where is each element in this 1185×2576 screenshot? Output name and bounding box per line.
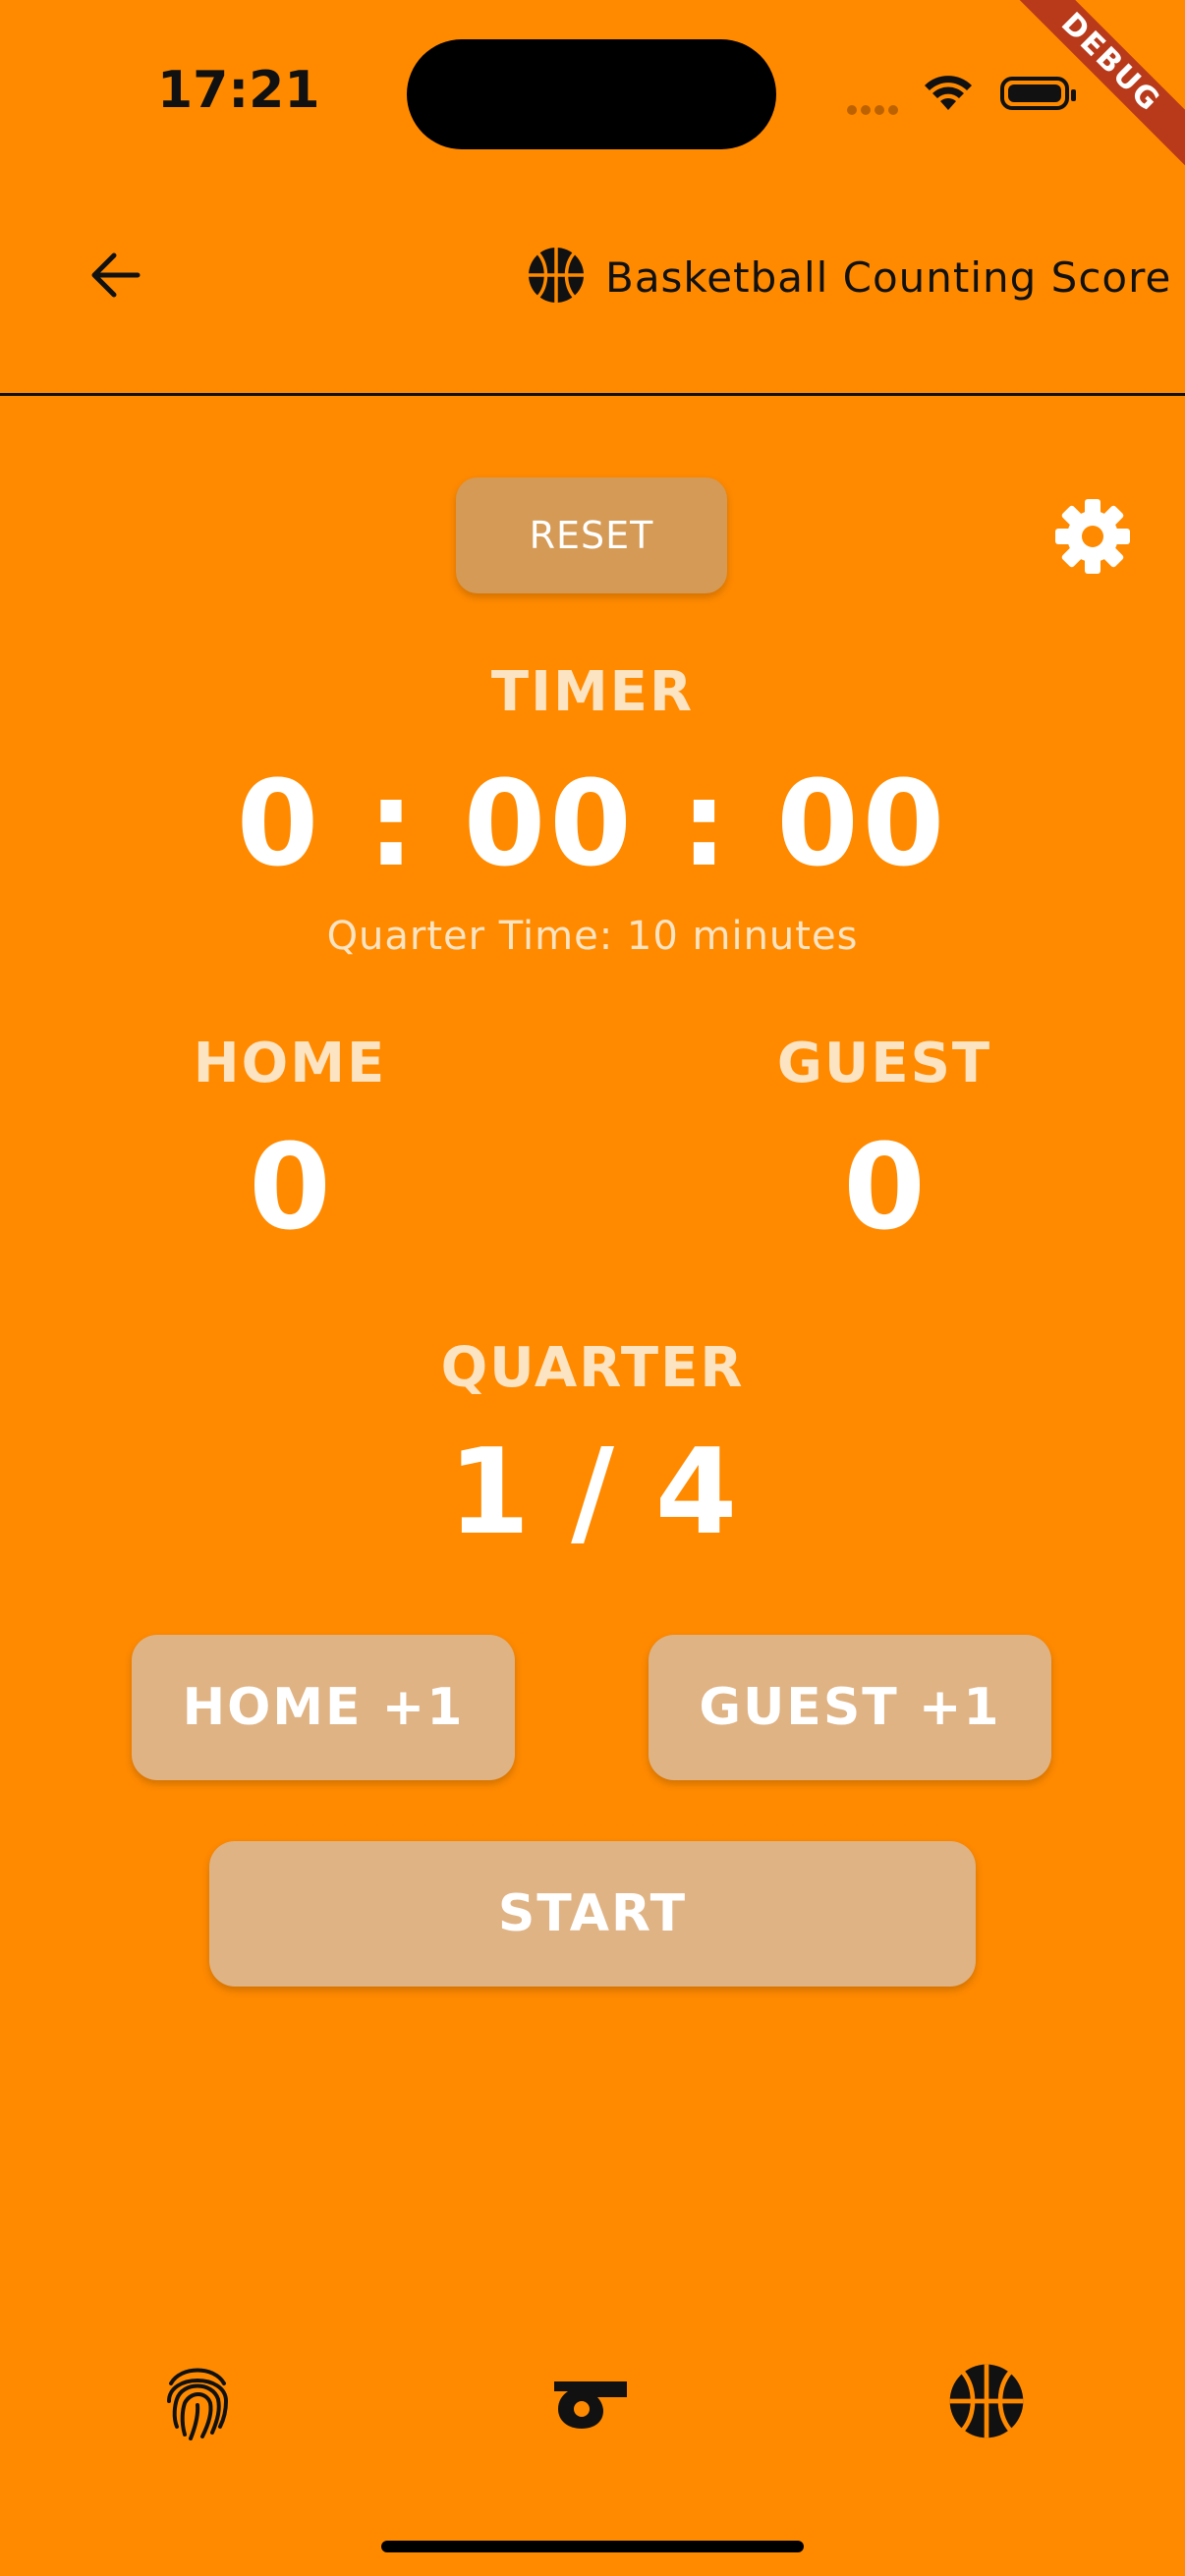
- app-bar-divider: [0, 393, 1185, 396]
- guest-plus-one-button[interactable]: GUEST +1: [649, 1635, 1051, 1780]
- gear-icon[interactable]: [1053, 497, 1132, 581]
- status-time: 17:21: [157, 61, 320, 120]
- home-score: 0: [249, 1120, 331, 1257]
- home-indicator[interactable]: [381, 2541, 804, 2552]
- whistle-icon[interactable]: [550, 2372, 631, 2436]
- quarter-label: QUARTER: [440, 1336, 745, 1400]
- battery-icon: [1000, 77, 1076, 110]
- back-arrow-icon[interactable]: [86, 246, 145, 309]
- cellular-signal-icon: [847, 102, 902, 120]
- guest-label: GUEST: [776, 1032, 992, 1095]
- quarter-time-text: Quarter Time: 10 minutes: [326, 914, 859, 959]
- basketball-icon: [527, 246, 586, 309]
- dynamic-island: [407, 39, 776, 149]
- timer-label: TIMER: [490, 660, 695, 724]
- home-plus-one-button[interactable]: HOME +1: [132, 1635, 515, 1780]
- app-title-text: Basketball Counting Score: [605, 253, 1172, 302]
- wifi-icon: [924, 73, 973, 117]
- basketball-icon[interactable]: [947, 2362, 1026, 2445]
- home-label: HOME: [193, 1032, 387, 1095]
- fingerprint-icon[interactable]: [163, 2362, 232, 2445]
- quarter-value: 1 / 4: [447, 1425, 738, 1561]
- app-title: Basketball Counting Score: [527, 246, 1171, 309]
- guest-score: 0: [843, 1120, 926, 1257]
- start-button[interactable]: START: [209, 1841, 976, 1987]
- timer-value: 0 : 00 : 00: [236, 756, 949, 893]
- reset-button[interactable]: RESET: [456, 477, 727, 593]
